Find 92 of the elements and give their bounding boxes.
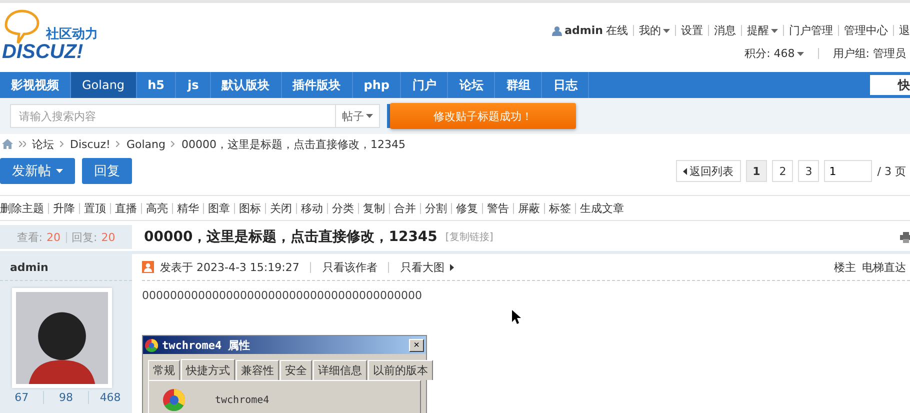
user-menu-link[interactable]: 消息 xyxy=(714,23,736,38)
views-count: 20 xyxy=(46,230,60,244)
dialog-tab[interactable]: 兼容性 xyxy=(236,360,279,380)
page-link[interactable]: 2 xyxy=(772,160,794,182)
dialog-tab[interactable]: 详细信息 xyxy=(313,360,367,380)
double-chevron-icon xyxy=(19,141,26,147)
user-menu-link[interactable]: 门户管理 xyxy=(789,23,833,38)
post-content: 0000000000000000000000000000000000000000 xyxy=(142,289,423,302)
caret-icon xyxy=(771,28,778,32)
post-time: 发表于 2023-4-3 15:19:27 xyxy=(160,260,300,274)
caret-icon xyxy=(366,114,373,118)
back-to-list-button[interactable]: 返回列表 xyxy=(676,160,741,182)
moderation-link[interactable]: 置顶 xyxy=(84,200,106,216)
breadcrumb-link[interactable]: Golang xyxy=(126,138,166,150)
success-toast: 修改贴子标题成功！ xyxy=(390,103,576,129)
new-thread-button[interactable]: 发新帖 xyxy=(0,158,75,184)
shortcut-name: twchrome4 xyxy=(215,394,270,406)
breadcrumb-link[interactable]: Discuz! xyxy=(70,138,110,150)
close-button[interactable]: × xyxy=(409,338,424,352)
search-type-select[interactable]: 帖子 xyxy=(335,104,380,128)
user-group: 用户组: 管理员 xyxy=(832,46,906,61)
page-input[interactable]: 1 xyxy=(824,160,872,182)
dialog-tab[interactable]: 常规 xyxy=(148,360,180,380)
left-arrow-icon xyxy=(682,168,687,174)
page-link[interactable]: 3 xyxy=(798,160,820,182)
home-icon[interactable] xyxy=(2,139,13,149)
right-arrow-icon xyxy=(450,264,454,270)
cursor-icon xyxy=(512,310,521,324)
quick-button[interactable]: 快 xyxy=(870,75,910,95)
caret-icon xyxy=(796,52,804,56)
moderation-link[interactable]: 生成文章 xyxy=(580,200,624,216)
replies-count: 20 xyxy=(101,230,116,244)
nav-tab[interactable]: Golang xyxy=(71,72,137,98)
print-icon[interactable] xyxy=(900,232,910,242)
thread-title: 00000，这里是标题，点击直接修改，12345 xyxy=(144,228,438,246)
moderation-link[interactable]: 高亮 xyxy=(146,200,168,216)
user-icon xyxy=(142,261,154,273)
moderation-link[interactable]: 分割 xyxy=(425,200,447,216)
page-total: / 3 页 xyxy=(877,164,906,178)
moderation-link[interactable]: 图章 xyxy=(208,200,230,216)
logo-tagline: 社区动力 xyxy=(46,26,98,43)
online-status: 在线 xyxy=(606,23,628,38)
user-icon xyxy=(552,26,562,36)
moderation-link[interactable]: 图标 xyxy=(239,200,261,216)
user-menu-link[interactable]: 我的 xyxy=(639,23,670,38)
user-menu-link[interactable]: 设置 xyxy=(681,23,703,38)
moderation-link[interactable]: 修复 xyxy=(456,200,478,216)
moderation-link[interactable]: 删除主题 xyxy=(0,200,44,216)
dialog-title: twchrome4 属性 xyxy=(162,338,250,352)
points-link[interactable]: 积分: 468 xyxy=(744,46,804,61)
moderation-link[interactable]: 移动 xyxy=(301,200,323,216)
jump-link[interactable]: 电梯直达 xyxy=(862,260,906,274)
user-menu-link[interactable]: 提醒 xyxy=(747,23,778,38)
reply-button[interactable]: 回复 xyxy=(82,158,132,184)
breadcrumb-link[interactable]: 论坛 xyxy=(32,136,54,152)
chevron-icon xyxy=(116,141,120,147)
username-link[interactable]: admin xyxy=(564,24,603,37)
page-link[interactable]: 1 xyxy=(746,160,768,182)
moderation-link[interactable]: 直播 xyxy=(115,200,137,216)
moderation-link[interactable]: 警告 xyxy=(487,200,509,216)
large-images-link[interactable]: 只看大图 xyxy=(400,260,444,274)
caret-icon xyxy=(663,28,670,32)
moderation-link[interactable]: 分类 xyxy=(332,200,354,216)
views-label: 查看: xyxy=(16,230,42,244)
chevron-icon xyxy=(171,141,176,147)
search-field[interactable]: 请输入搜索内容 xyxy=(10,104,335,128)
moderation-link[interactable]: 精华 xyxy=(177,200,199,216)
dialog-tab[interactable]: 以前的版本 xyxy=(368,360,433,380)
avatar-icon xyxy=(12,288,112,388)
user-stat[interactable]: 468 xyxy=(88,391,132,404)
author-name[interactable]: admin xyxy=(0,254,132,281)
moderation-link[interactable]: 标签 xyxy=(549,200,571,216)
floor-label: 楼主 xyxy=(834,260,856,274)
user-menu-link[interactable]: 管理中心 xyxy=(844,23,888,38)
dialog-tab[interactable]: 快捷方式 xyxy=(181,359,235,380)
moderation-link[interactable]: 升降 xyxy=(53,200,75,216)
only-author-link[interactable]: 只看该作者 xyxy=(322,260,378,274)
breadcrumb-link[interactable]: 00000，这里是标题，点击直接修改，12345 xyxy=(181,136,406,152)
moderation-link[interactable]: 屏蔽 xyxy=(518,200,540,216)
user-stat[interactable]: 67 xyxy=(0,391,44,404)
chevron-icon xyxy=(60,141,64,147)
replies-label: 回复: xyxy=(72,230,98,244)
moderation-link[interactable]: 复制 xyxy=(363,200,385,216)
moderation-link[interactable]: 合并 xyxy=(394,200,416,216)
user-menu-link[interactable]: 退 xyxy=(899,23,910,38)
user-stat[interactable]: 98 xyxy=(44,391,89,404)
app-icon xyxy=(163,389,185,411)
app-icon xyxy=(145,338,158,352)
moderation-link[interactable]: 关闭 xyxy=(270,200,292,216)
dialog-tab[interactable]: 安全 xyxy=(280,360,312,380)
logo-wordmark: DISCUZ! xyxy=(2,41,84,64)
caret-icon xyxy=(56,169,63,173)
